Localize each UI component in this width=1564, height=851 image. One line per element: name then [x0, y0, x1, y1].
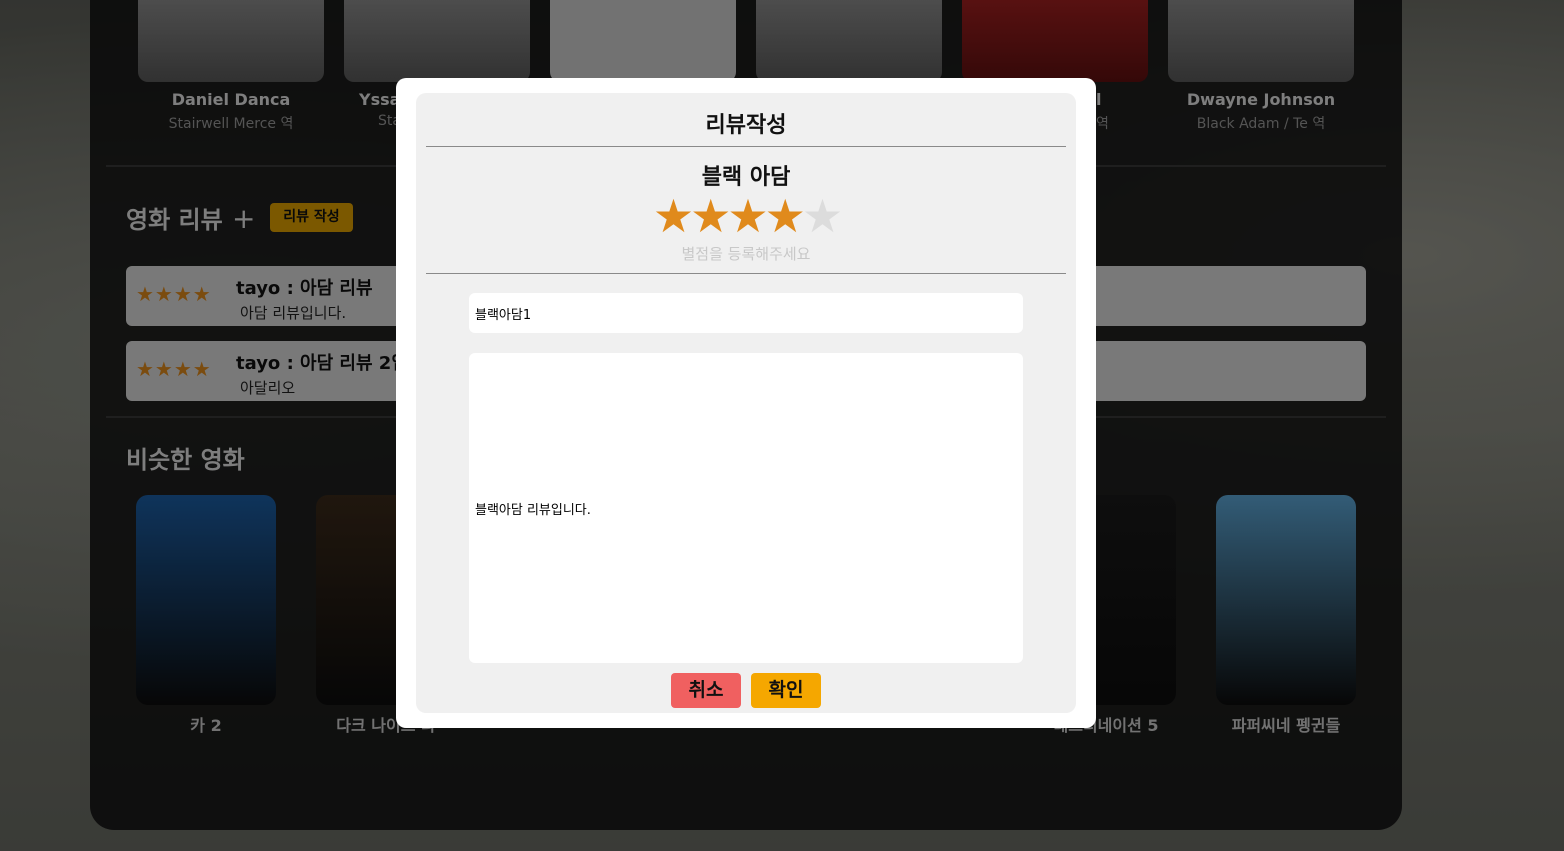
- review-modal-body: 리뷰작성 블랙 아담 ★★★★★ 별점을 등록해주세요 블랙아담 리뷰입니다. …: [416, 93, 1076, 713]
- star-empty-icon[interactable]: ★: [802, 189, 843, 243]
- star-rating[interactable]: ★★★★★: [416, 189, 1076, 243]
- cancel-button[interactable]: 취소: [671, 673, 741, 708]
- modal-title: 리뷰작성: [705, 113, 787, 138]
- review-content-textarea[interactable]: 블랙아담 리뷰입니다.: [469, 353, 1023, 663]
- review-modal: 리뷰작성 블랙 아담 ★★★★★ 별점을 등록해주세요 블랙아담 리뷰입니다. …: [396, 78, 1096, 728]
- modal-divider: [426, 273, 1066, 274]
- star-filled-icon[interactable]: ★: [653, 189, 694, 243]
- review-title-input[interactable]: [469, 293, 1023, 333]
- star-filled-icon[interactable]: ★: [690, 189, 731, 243]
- review-content-text: 블랙아담 리뷰입니다.: [475, 503, 591, 518]
- confirm-button[interactable]: 확인: [751, 673, 821, 708]
- rating-hint: 별점을 등록해주세요: [681, 245, 811, 263]
- star-filled-icon[interactable]: ★: [727, 189, 768, 243]
- star-filled-icon[interactable]: ★: [765, 189, 806, 243]
- movie-title: 블랙 아담: [701, 165, 791, 190]
- modal-divider: [426, 146, 1066, 147]
